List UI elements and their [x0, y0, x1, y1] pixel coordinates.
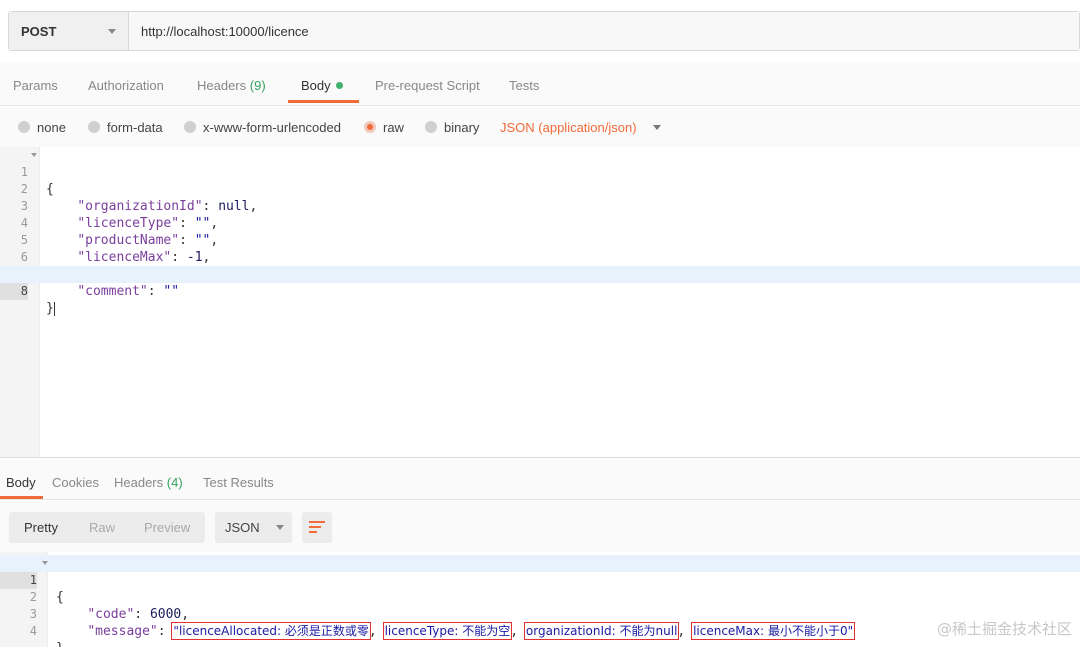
wrap-lines-icon: [309, 531, 317, 533]
error-message-highlight: licenceType: 不能为空: [382, 622, 513, 640]
line-number: 8: [0, 283, 28, 300]
tab-test-results-label: Test Results: [203, 475, 274, 490]
radio-icon: [425, 121, 437, 133]
content-type-select[interactable]: JSON (application/json): [500, 107, 661, 147]
chevron-down-icon: [652, 124, 661, 130]
radio-raw[interactable]: raw: [364, 107, 404, 147]
response-toolbar: Pretty Raw Preview JSON: [0, 501, 1080, 552]
text-cursor: [53, 301, 55, 316]
radio-binary-label: binary: [444, 119, 480, 135]
radio-urlencoded-label: x-www-form-urlencoded: [203, 119, 341, 135]
active-tab-indicator: [0, 496, 43, 499]
format-select[interactable]: JSON: [215, 512, 292, 543]
code-line: 5 "licenceMax": -1,: [0, 215, 1080, 265]
code-text: }: [56, 640, 64, 647]
code-line: 2 "organizationId": null,: [0, 164, 1080, 214]
fold-icon[interactable]: [42, 561, 48, 565]
tab-cookies-label: Cookies: [52, 475, 99, 490]
pretty-button[interactable]: Pretty: [24, 512, 58, 543]
tab-params[interactable]: Params: [13, 62, 58, 106]
radio-binary[interactable]: binary: [425, 107, 479, 147]
error-message-highlight: "licenceAllocated: 必须是正数或零: [171, 622, 371, 640]
pane-divider[interactable]: [0, 457, 1080, 458]
view-mode-toggle: Pretty Raw Preview: [9, 512, 205, 543]
url-bar: POST http://localhost:10000/licence: [8, 11, 1080, 51]
tab-tests[interactable]: Tests: [509, 62, 539, 106]
radio-form-data-label: form-data: [107, 119, 163, 135]
response-tabs: Body Cookies Headers (4) Test Results: [0, 460, 1080, 500]
fold-icon[interactable]: [31, 153, 37, 157]
tab-body-label: Body: [301, 78, 331, 93]
json-key: "comment": [77, 284, 148, 299]
radio-raw-label: raw: [383, 119, 404, 135]
radio-urlencoded[interactable]: x-www-form-urlencoded: [184, 107, 341, 147]
code-line-active: 1 {: [0, 555, 1080, 605]
raw-button[interactable]: Raw: [89, 512, 115, 543]
method-select[interactable]: POST: [9, 12, 129, 50]
format-label: JSON: [225, 520, 260, 535]
tab-test-results[interactable]: Test Results: [203, 460, 274, 500]
code-line: 7 "comment": "": [0, 249, 1080, 299]
radio-none[interactable]: none: [18, 107, 66, 147]
chevron-down-icon: [108, 28, 116, 34]
radio-icon: [184, 121, 196, 133]
tab-headers[interactable]: Headers (9): [197, 62, 266, 106]
closing-brace: }: [46, 301, 54, 316]
chevron-down-icon: [275, 525, 284, 530]
wrap-lines-icon: [309, 521, 325, 523]
tab-params-label: Params: [13, 78, 58, 93]
request-body-editor[interactable]: 1 { 2 "organizationId": null, 3 "licence…: [0, 147, 1080, 457]
tab-cookies[interactable]: Cookies: [52, 460, 99, 500]
tab-response-body[interactable]: Body: [6, 460, 36, 500]
json-value: "": [163, 284, 180, 299]
radio-none-label: none: [37, 119, 66, 135]
method-label: POST: [21, 23, 57, 39]
modified-dot-icon: [335, 82, 343, 90]
json-key: "message": [87, 624, 158, 639]
code-line: 3 "message": "licenceAllocated: 必须是正数或零,…: [0, 589, 1080, 640]
tab-headers-count: (9): [249, 78, 266, 93]
tab-response-body-label: Body: [6, 475, 36, 490]
tab-response-headers-label: Headers: [114, 475, 164, 490]
wrap-lines-icon: [309, 526, 321, 528]
radio-icon: [88, 121, 100, 133]
active-tab-indicator: [288, 100, 359, 103]
code-line-active: 8 }: [0, 266, 1080, 316]
response-body-viewer[interactable]: 1 { 2 "code": 6000, 3 "message": "licenc…: [0, 552, 1080, 647]
code-line: 3 "licenceType": "",: [0, 181, 1080, 231]
url-text: http://localhost:10000/licence: [141, 23, 309, 39]
tab-tests-label: Tests: [509, 78, 540, 93]
code-line: 4 }: [0, 606, 1080, 647]
wrap-lines-button[interactable]: [302, 512, 332, 543]
tab-pre-request-script[interactable]: Pre-request Script: [375, 62, 480, 106]
code-text: "comment": "": [77, 284, 180, 299]
tab-response-headers-count: (4): [166, 475, 183, 490]
error-message-highlight: organizationId: 不能为null: [523, 622, 680, 640]
radio-icon: [18, 121, 30, 133]
tab-response-headers[interactable]: Headers (4): [114, 460, 183, 500]
tab-authorization[interactable]: Authorization: [88, 62, 164, 106]
content-type-label: JSON (application/json): [500, 119, 637, 135]
tab-pre-request-label: Pre-request Script: [375, 78, 480, 93]
code-line: 2 "code": 6000,: [0, 572, 1080, 622]
request-tabs: Params Authorization Headers (9) Body Pr…: [0, 62, 1080, 106]
tab-authorization-label: Authorization: [88, 78, 164, 93]
code-line: 4 "productName": "",: [0, 198, 1080, 248]
watermark: @稀土掘金技术社区: [936, 620, 1072, 638]
line-number: 4: [29, 624, 37, 638]
code-line: 1 {: [0, 147, 1080, 197]
body-type-options: none form-data x-www-form-urlencoded raw…: [0, 107, 1080, 147]
code-text: "message": "licenceAllocated: 必须是正数或零, l…: [87, 622, 856, 640]
code-text: }: [46, 300, 55, 317]
url-input[interactable]: http://localhost:10000/licence: [129, 12, 1079, 50]
radio-selected-icon: [364, 121, 376, 133]
error-message-highlight: licenceMax: 最小不能小于0": [691, 622, 856, 640]
code-line: 6 "licenceAllocated": -1,: [0, 232, 1080, 282]
radio-form-data[interactable]: form-data: [88, 107, 163, 147]
tab-headers-label: Headers: [197, 78, 247, 93]
preview-button[interactable]: Preview: [144, 512, 190, 543]
